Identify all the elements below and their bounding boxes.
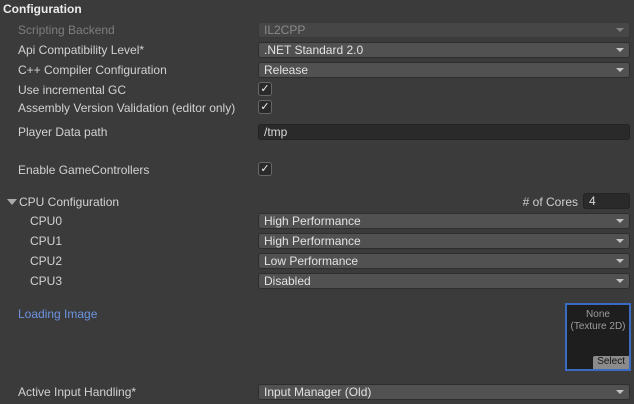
checkmark-icon: ✓	[260, 101, 269, 113]
dropdown-cpu3-value: Disabled	[264, 274, 311, 288]
dropdown-scripting-backend-value: IL2CPP	[264, 23, 305, 37]
chevron-down-icon	[616, 390, 624, 394]
foldout-triangle-icon[interactable]	[7, 199, 17, 205]
section-header-configuration: Configuration	[3, 1, 82, 17]
label-cpu3: CPU3	[30, 273, 62, 289]
label-cpu1: CPU1	[30, 233, 62, 249]
label-cpu-configuration[interactable]: CPU Configuration	[19, 194, 119, 210]
chevron-down-icon	[616, 68, 624, 72]
player-data-path-input[interactable]	[258, 124, 630, 140]
chevron-down-icon	[616, 48, 624, 52]
label-loading-image: Loading Image	[18, 306, 97, 322]
chevron-down-icon	[616, 219, 624, 223]
chevron-down-icon	[616, 239, 624, 243]
label-cpu0: CPU0	[30, 213, 62, 229]
chevron-down-icon	[616, 259, 624, 263]
dropdown-cpp-compiler-value: Release	[264, 63, 308, 77]
dropdown-active-input-handling[interactable]: Input Manager (Old)	[258, 384, 630, 400]
checkmark-icon: ✓	[260, 163, 269, 175]
label-cpp-compiler-configuration: C++ Compiler Configuration	[18, 62, 167, 78]
object-field-value-line1: None	[567, 309, 629, 321]
select-button[interactable]: Select	[593, 356, 629, 369]
label-active-input-handling: Active Input Handling*	[18, 384, 136, 400]
dropdown-active-input-handling-value: Input Manager (Old)	[264, 385, 371, 399]
number-of-cores-input[interactable]	[583, 193, 630, 209]
dropdown-cpu1[interactable]: High Performance	[258, 233, 630, 249]
loading-image-object-field[interactable]: None (Texture 2D) Select	[565, 303, 631, 371]
checkmark-icon: ✓	[260, 83, 269, 95]
dropdown-cpu2[interactable]: Low Performance	[258, 253, 630, 269]
checkbox-use-incremental-gc[interactable]: ✓	[258, 82, 272, 96]
label-enable-gamecontrollers: Enable GameControllers	[18, 162, 149, 178]
chevron-down-icon	[616, 279, 624, 283]
dropdown-cpu2-value: Low Performance	[264, 254, 358, 268]
dropdown-api-compatibility-value: .NET Standard 2.0	[264, 43, 363, 57]
dropdown-cpu3[interactable]: Disabled	[258, 273, 630, 289]
label-cpu2: CPU2	[30, 253, 62, 269]
label-api-compatibility-level: Api Compatibility Level*	[18, 42, 144, 58]
dropdown-scripting-backend: IL2CPP	[258, 22, 630, 38]
label-scripting-backend: Scripting Backend	[18, 22, 115, 38]
dropdown-cpp-compiler-configuration[interactable]: Release	[258, 62, 630, 78]
dropdown-cpu0[interactable]: High Performance	[258, 213, 630, 229]
label-player-data-path: Player Data path	[18, 124, 107, 140]
label-use-incremental-gc: Use incremental GC	[18, 82, 126, 98]
dropdown-cpu0-value: High Performance	[264, 214, 361, 228]
dropdown-api-compatibility-level[interactable]: .NET Standard 2.0	[258, 42, 630, 58]
label-number-of-cores: # of Cores	[523, 194, 578, 210]
player-settings-configuration-panel: Configuration Scripting Backend IL2CPP A…	[0, 0, 634, 404]
chevron-down-icon	[616, 28, 624, 32]
object-field-value-line2: (Texture 2D)	[567, 321, 629, 333]
dropdown-cpu1-value: High Performance	[264, 234, 361, 248]
checkbox-enable-gamecontrollers[interactable]: ✓	[258, 162, 272, 176]
label-assembly-version-validation: Assembly Version Validation (editor only…	[18, 100, 235, 116]
checkbox-assembly-version-validation[interactable]: ✓	[258, 100, 272, 114]
